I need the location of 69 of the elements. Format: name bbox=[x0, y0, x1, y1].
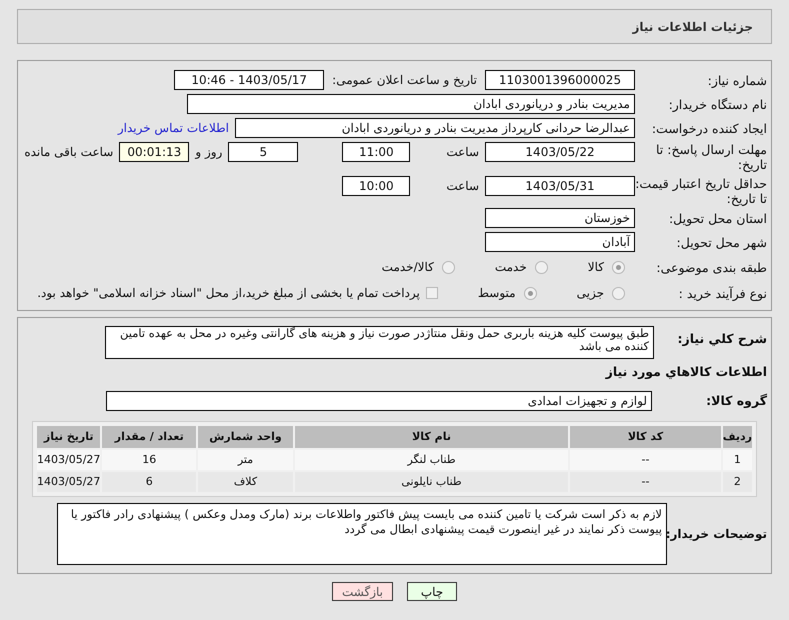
remaining-time-field: 00:01:13 bbox=[119, 142, 190, 162]
table-cell: 1403/05/27 bbox=[37, 472, 100, 492]
validity-time-field: 10:00 bbox=[342, 176, 410, 196]
requester-field: عبدالرضا حردانی کارپرداز مدیریت بنادر و دریانوردی ابادان bbox=[235, 118, 635, 138]
buyer-notes-text: لازم به ذکر است شرکت یا تامین کننده می بایست پیش فاکتور واطلاعات برند (مارک ومدل وعکس ) پیشنهادی رادر فاکتور یا پیوست ذکر نمایند در غیر اینصورت قیمت پیشنهادی ابطال می گردد bbox=[70, 507, 662, 536]
radio-label: کالا/خدمت bbox=[382, 259, 434, 276]
page-title: جزئیات اطلاعات نیاز bbox=[632, 18, 753, 36]
field-label: نام دستگاه خریدار: bbox=[668, 96, 767, 112]
radio-button[interactable] bbox=[534, 260, 548, 274]
print-button[interactable]: چاپ bbox=[407, 582, 457, 601]
buyer-notes-label: توضیحات خریدار: bbox=[666, 527, 767, 541]
column-header: تاریخ نیاز bbox=[37, 426, 100, 448]
radio-button[interactable] bbox=[524, 286, 537, 300]
field-label: استان محل تحویل: bbox=[668, 210, 767, 226]
field-label: شماره نیاز: bbox=[708, 72, 767, 88]
field-label: ایجاد کننده درخواست: bbox=[652, 120, 767, 136]
radio-button[interactable] bbox=[612, 286, 625, 300]
table-cell: طناب لنگر bbox=[294, 450, 568, 470]
table-cell: 2 bbox=[722, 472, 752, 492]
announce-date-field: 1403/05/17 - 10:46 bbox=[174, 70, 324, 90]
field-label: شهر محل تحویل: bbox=[676, 234, 767, 250]
column-header: نام کالا bbox=[294, 426, 568, 448]
field-label: مهلت ارسال پاسخ: تا تاریخ: bbox=[655, 142, 767, 172]
need-number-field: 1103001396000025 bbox=[485, 70, 635, 90]
radio-label: متوسط bbox=[478, 285, 516, 302]
checkbox[interactable] bbox=[426, 287, 438, 299]
province-field: خوزستان bbox=[485, 208, 635, 228]
table-cell: متر bbox=[198, 450, 293, 470]
radio-button[interactable] bbox=[612, 260, 625, 274]
buyer-org-field: مدیریت بنادر و دریانوردی ابادان bbox=[187, 94, 635, 114]
validity-date-field: 1403/05/31 bbox=[485, 176, 635, 196]
goods-group-label: گروه کالا: bbox=[706, 392, 767, 408]
table-cell: کلاف bbox=[198, 472, 293, 492]
description-textarea[interactable]: طبق پیوست کلیه هزینه باربری حمل ونقل منتاژدر صورت نیاز و هزینه های گارانتی وغیره در محل به عهده تامین کننده می باشد bbox=[105, 326, 654, 359]
table-cell: طناب نایلونی bbox=[294, 472, 568, 492]
column-header: واحد شمارش bbox=[198, 426, 293, 448]
description-text: طبق پیوست کلیه هزینه باربری حمل ونقل منتاژدر صورت نیاز و هزینه های گارانتی وغیره در محل به عهده تامین کننده می باشد bbox=[120, 327, 649, 353]
table-cell: -- bbox=[570, 450, 721, 470]
radio-label: جزیی bbox=[576, 285, 604, 302]
deadline-date-field: 1403/05/22 bbox=[485, 142, 635, 162]
checkbox-label: پرداخت تمام یا بخشی از مبلغ خرید،از محل "اسناد خزانه اسلامی" خواهد بود. bbox=[37, 285, 420, 302]
radio-label: کالا bbox=[588, 259, 604, 276]
goods-group-field: لوازم و تجهیزات امدادی bbox=[106, 391, 652, 411]
column-header: تعداد / مقدار bbox=[102, 426, 196, 448]
table-cell: 1 bbox=[722, 450, 752, 470]
radio-label: خدمت bbox=[494, 259, 527, 276]
field-label: ساعت bbox=[446, 144, 479, 161]
table-cell: 16 bbox=[102, 450, 196, 470]
field-label: ساعت bbox=[446, 178, 479, 195]
field-label: طبقه بندی موضوعی: bbox=[656, 260, 767, 274]
table-cell: 1403/05/27 bbox=[37, 450, 100, 470]
column-header: کد کالا bbox=[570, 426, 721, 448]
back-button[interactable]: بازگشت bbox=[332, 582, 393, 601]
table-cell: -- bbox=[570, 472, 721, 492]
description-label: شرح کلي نياز: bbox=[678, 331, 767, 346]
table-cell: 6 bbox=[102, 472, 196, 492]
buyer-contact-link[interactable]: اطلاعات تماس خریدار bbox=[118, 119, 229, 137]
field-label: تاریخ و ساعت اعلان عمومی: bbox=[332, 72, 477, 89]
buyer-notes-textarea[interactable]: لازم به ذکر است شرکت یا تامین کننده می بایست پیش فاکتور واطلاعات برند (مارک ومدل وعکس ) پیشنهادی رادر فاکتور یا پیوست ذکر نمایند در غیر اینصورت قیمت پیشنهادی ابطال می گردد bbox=[57, 503, 667, 565]
radio-button[interactable] bbox=[442, 260, 455, 274]
section-heading: اطلاعات كالاهاي مورد نياز bbox=[606, 364, 767, 379]
days-field: 5 bbox=[228, 142, 298, 162]
deadline-time-field: 11:00 bbox=[342, 142, 410, 162]
column-header: ردیف bbox=[722, 426, 752, 448]
field-label: روز و bbox=[195, 144, 222, 161]
field-label: نوع فرآیند خرید : bbox=[678, 286, 767, 300]
field-label: حداقل تاریخ اعتبار قیمت: تا تاریخ: bbox=[635, 176, 767, 206]
city-field: آبادان bbox=[485, 232, 635, 252]
field-label: ساعت باقی مانده bbox=[24, 144, 114, 161]
